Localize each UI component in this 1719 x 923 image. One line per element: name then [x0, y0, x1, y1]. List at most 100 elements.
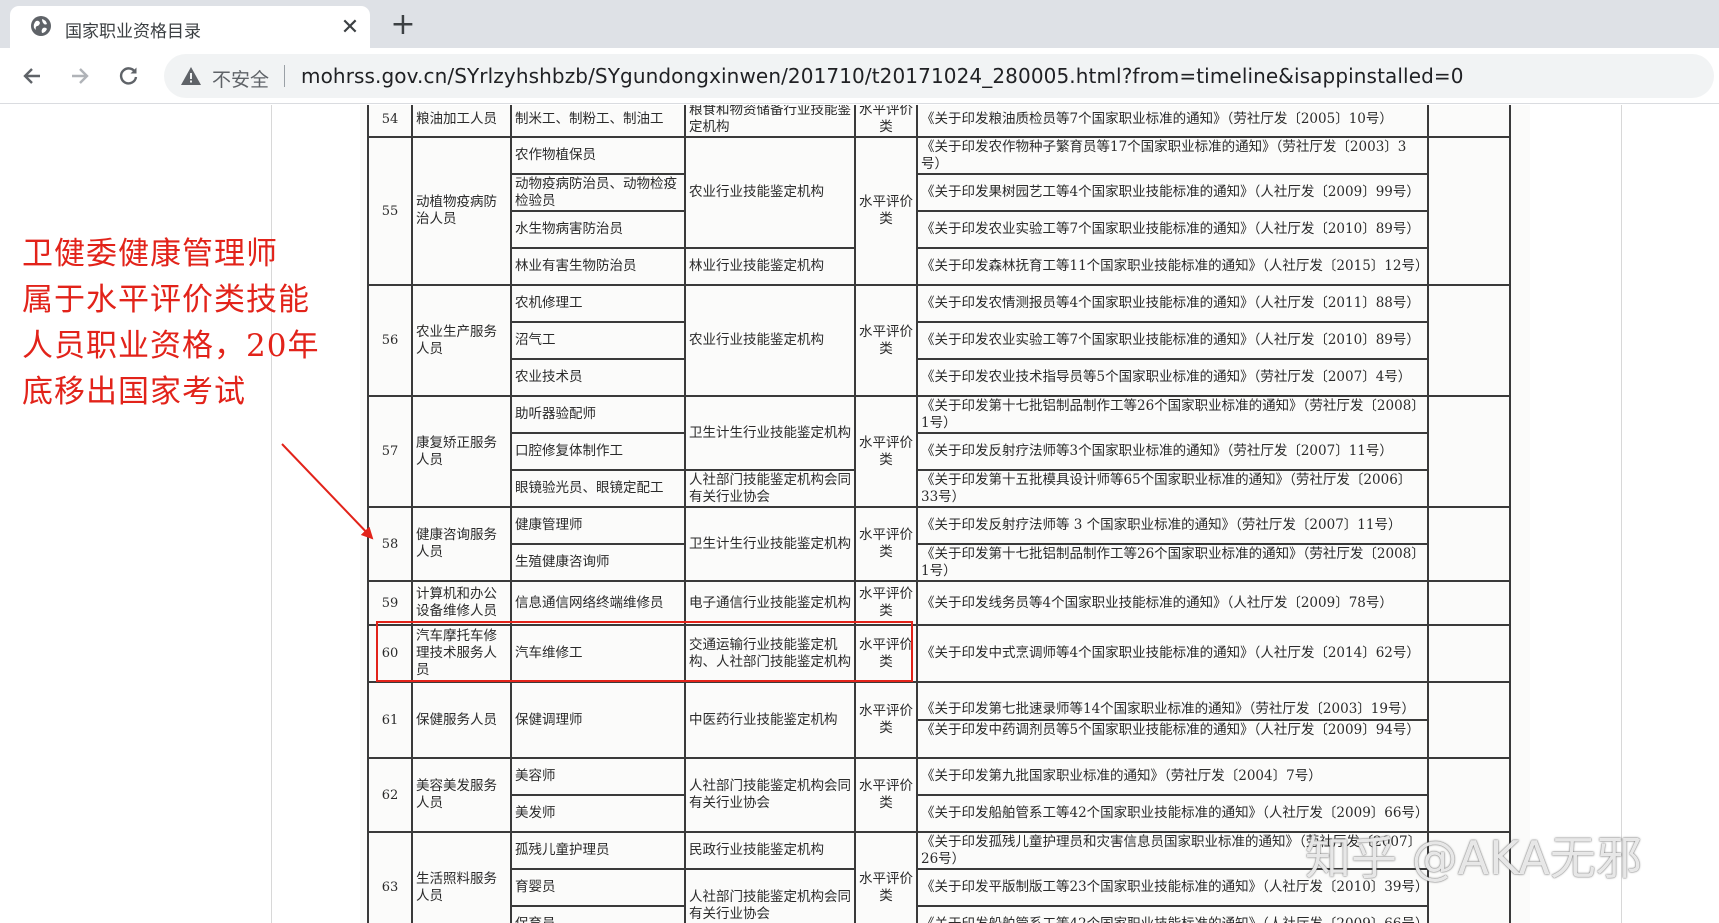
occupation-cell: 孤残儿童护理员	[510, 831, 686, 870]
category-name: 保健服务人员	[411, 681, 512, 759]
table-row: 保育员 《关于印发船舶管系工等42个国家职业技能标准的通知》（人社厅发〔2009〕…	[368, 905, 1510, 923]
forward-button[interactable]	[64, 60, 96, 92]
occupation-cell: 助听器验配师	[510, 395, 686, 434]
category-name: 生活照料服务人员	[411, 831, 512, 923]
annotation-line: 卫健委健康管理师	[22, 236, 278, 272]
standard-doc-cell: 《关于印发果树园艺工等4个国家职业技能标准的通知》（人社厅发〔2009〕99号）	[916, 173, 1429, 212]
evaluation-type: 水平评价类	[854, 831, 918, 923]
tab-close-button[interactable]: ✕	[335, 12, 365, 42]
occupation-cell: 农作物植保员	[510, 136, 686, 175]
evaluation-type: 水平评价类	[854, 681, 918, 759]
standard-doc-cell: 《关于印发第十五批模具设计师等65个国家职业标准的通知》（劳社厅发〔2006〕3…	[916, 469, 1429, 508]
appraisal-org-cell: 卫生计生行业技能鉴定机构	[684, 506, 856, 582]
page-border-right	[1621, 105, 1622, 923]
reload-button[interactable]	[113, 60, 145, 92]
annotation-line: 属于水平评价类技能	[22, 282, 310, 318]
security-status-label[interactable]: 不安全	[212, 65, 269, 92]
standard-doc-cell: 《关于印发农业实验工等7个国家职业技能标准的通知》（人社厅发〔2010〕89号）	[916, 210, 1429, 249]
appraisal-org-cell: 电子通信行业技能鉴定机构	[684, 580, 856, 626]
category-name: 动植物疫病防治人员	[411, 136, 512, 286]
appraisal-org-cell: 林业行业技能鉴定机构	[684, 247, 856, 286]
table-row: 54 粮油加工人员 制米工、制粉工、制油工 粮食和物资储备行业技能鉴定机构 水平评价类《…	[367, 105, 1511, 138]
occupation-cell: 农机修理工	[510, 284, 686, 323]
occupation-cell: 生殖健康咨询师	[510, 543, 686, 582]
watermark: 知乎 @AKA无邪	[1305, 831, 1642, 885]
browser-tab[interactable]: 国家职业资格目录 ✕	[10, 6, 370, 48]
category-name: 美容美发服务人员	[411, 757, 512, 833]
table-row: 58 健康咨询服务人员 健康管理师 卫生计生行业技能鉴定机构 水平评价类 《关于印发反射疗…	[367, 506, 1511, 582]
notes-cell	[1427, 681, 1511, 759]
annotation-text: 卫健委健康管理师 属于水平评价类技能 人员职业资格，20年 底移出国家考试	[22, 231, 352, 415]
standard-doc-cell: 《关于印发农作物种子繁育员等17个国家职业标准的通知》（劳社厅发〔2003〕3号…	[916, 136, 1429, 175]
standard-doc-cell: 《关于印发线务员等4个国家职业技能标准的通知》（人社厅发〔2009〕78号）	[916, 580, 1429, 626]
row-number: 61	[367, 681, 413, 759]
row-number: 55	[367, 136, 413, 286]
occupation-cell: 林业有害生物防治员	[510, 247, 686, 286]
occupation-cell: 育婴员	[510, 868, 686, 907]
standard-doc-cell: 《关于印发反射疗法师等3个国家职业标准的通知》（劳社厅发〔2007〕11号）	[916, 432, 1429, 471]
standard-doc-cell: 《关于印发第九批国家职业标准的通知》（劳社厅发〔2004〕7号）	[916, 757, 1429, 796]
occupation-cell: 信息通信网络终端维修员	[510, 580, 686, 626]
occupation-cell: 保健调理师	[510, 681, 686, 759]
notes-cell	[1427, 757, 1511, 833]
appraisal-org-cell: 人社部门技能鉴定机构会同有关行业协会	[684, 868, 856, 923]
row-number: 62	[367, 757, 413, 833]
browser-toolbar: 不安全 mohrss.gov.cn/SYrlzyhshbzb/SYgundong…	[0, 48, 1719, 104]
occupation-cell: 口腔修复体制作工	[510, 432, 686, 471]
url-text[interactable]: mohrss.gov.cn/SYrlzyhshbzb/SYgundongxinw…	[301, 64, 1464, 88]
evaluation-type: 水平评价类	[854, 395, 918, 508]
notes-cell	[1427, 284, 1511, 397]
occupation-cell: 美容师	[510, 757, 686, 796]
standard-doc-cell: 《关于印发第七批速录师等14个国家职业标准的通知》（劳社厅发〔2003〕19号）…	[916, 681, 1429, 759]
notes-cell	[1427, 580, 1511, 626]
category-name: 粮油加工人员	[411, 105, 512, 138]
annotation-line: 人员职业资格，20年	[22, 328, 320, 364]
appraisal-org-cell: 粮食和物资储备行业技能鉴定机构	[684, 105, 856, 138]
table-row: 农业技术员 《关于印发农业技术指导员等5个国家职业标准的通知》（劳社厅发〔2007…	[368, 358, 1510, 397]
occupation-cell: 保育员	[510, 905, 686, 923]
table-row: 57 康复矫正服务人员 助听器验配师 卫生计生行业技能鉴定机构 水平评价类 《关于印发第十…	[367, 395, 1511, 508]
address-divider	[284, 65, 285, 87]
standard-doc-cell: 《关于印发船舶管系工等42个国家职业技能标准的通知》（人社厅发〔2009〕66号…	[916, 905, 1429, 923]
notes-cell	[1427, 624, 1511, 683]
row-number: 59	[367, 580, 413, 626]
row-number: 58	[367, 506, 413, 582]
standard-doc-cell: 《关于印发第十七批铝制品制作工等26个国家职业标准的通知》（劳社厅发〔2008〕…	[916, 543, 1429, 582]
address-bar[interactable]: 不安全 mohrss.gov.cn/SYrlzyhshbzb/SYgundong…	[164, 54, 1714, 98]
evaluation-type: 水平评价类	[854, 284, 918, 397]
table-row: 眼镜验光员、眼镜定配工 人社部门技能鉴定机构会同有关行业协会 《关于印发第十五批模具…	[368, 469, 1510, 508]
standard-doc-cell: 《关于印发粮油质检员等7个国家职业标准的通知》（劳社厅发〔2005〕10号）	[916, 105, 1429, 138]
back-button[interactable]	[16, 60, 48, 92]
appraisal-org-cell: 农业行业技能鉴定机构	[684, 284, 856, 397]
row-number: 54	[367, 105, 413, 138]
row-number: 57	[367, 395, 413, 508]
table-row: 沼气工 《关于印发农业实验工等7个国家职业技能标准的通知》（人社厅发〔2010〕8…	[368, 321, 1510, 360]
warning-icon[interactable]	[180, 66, 202, 86]
occupation-cell: 水生物病害防治员	[510, 210, 686, 249]
occupation-cell: 农业技术员	[510, 358, 686, 397]
standard-doc-line: 《关于印发中药调剂员等5个国家职业技能标准的通知》（人社厅发〔2009〕94号）	[919, 719, 1426, 740]
row-number: 63	[367, 831, 413, 923]
reload-icon	[119, 67, 138, 85]
evaluation-type: 水平评价类	[854, 580, 918, 626]
forward-arrow-icon	[72, 68, 89, 84]
tab-strip: 国家职业资格目录 ✕ +	[0, 0, 1719, 48]
globe-icon	[30, 15, 52, 37]
appraisal-org-cell: 民政行业技能鉴定机构	[684, 831, 856, 870]
evaluation-type: 水平评价类	[854, 136, 918, 286]
standard-doc-cell: 《关于印发农情测报员等4个国家职业技能标准的通知》（人社厅发〔2011〕88号）	[916, 284, 1429, 323]
page-border-left	[271, 105, 272, 923]
notes-cell	[1427, 506, 1511, 582]
occupation-cell: 沼气工	[510, 321, 686, 360]
page-viewport: 54 粮油加工人员 制米工、制粉工、制油工 粮食和物资储备行业技能鉴定机构 水平评价类《…	[0, 105, 1719, 923]
table-row: 61 保健服务人员 保健调理师 中医药行业技能鉴定机构 水平评价类 《关于印发第七批速录师…	[367, 681, 1511, 759]
appraisal-org-cell: 卫生计生行业技能鉴定机构	[684, 395, 856, 471]
occupation-cell: 美发师	[510, 794, 686, 833]
new-tab-button[interactable]: +	[386, 8, 420, 42]
appraisal-org-cell: 人社部门技能鉴定机构会同有关行业协会	[684, 469, 856, 508]
category-name: 农业生产服务人员	[411, 284, 512, 397]
back-arrow-icon	[23, 68, 40, 84]
occupation-cell: 制米工、制粉工、制油工	[510, 105, 686, 138]
table-row: 口腔修复体制作工 《关于印发反射疗法师等3个国家职业标准的通知》（劳社厅发〔200…	[368, 432, 1510, 471]
occupation-cell: 健康管理师	[510, 506, 686, 545]
